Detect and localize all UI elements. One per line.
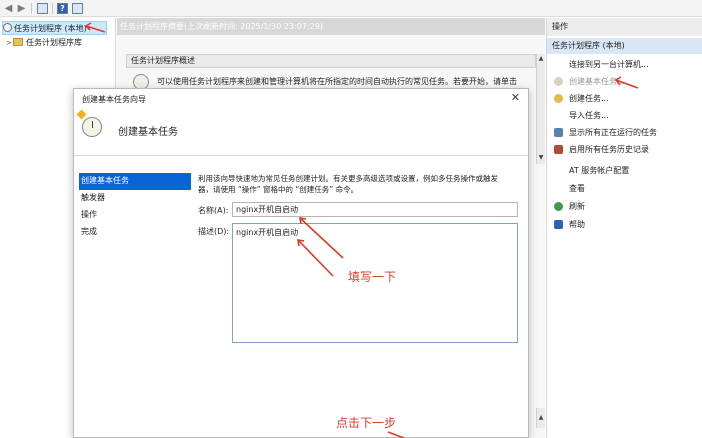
step-create-basic-task[interactable]: 创建基本任务 bbox=[79, 173, 191, 190]
annotation-click-next: 点击下一步 bbox=[336, 416, 397, 430]
wizard-description: 利用该向导快速地为常见任务创建计划。有关更多高级选项或设置，例如多任务操作或触发… bbox=[198, 173, 524, 195]
show-hide-action-pane-icon[interactable] bbox=[72, 3, 83, 14]
action-label: 帮助 bbox=[569, 220, 585, 229]
tree-item-task-scheduler-local[interactable]: 任务计划程序 (本地) bbox=[2, 21, 107, 35]
scroll-down-icon[interactable]: ▼ bbox=[537, 154, 545, 162]
toolbar-separator bbox=[31, 3, 32, 14]
step-finish[interactable]: 完成 bbox=[79, 224, 191, 241]
tree-item-task-scheduler-library[interactable]: > 任务计划程序库 bbox=[6, 36, 82, 50]
show-hide-console-tree-icon[interactable] bbox=[37, 3, 48, 14]
back-arrow-icon[interactable]: ◀ bbox=[2, 2, 15, 15]
scrollbar[interactable]: ▲ ▼ bbox=[536, 54, 545, 164]
divider bbox=[74, 155, 528, 156]
overview-section-header[interactable]: 任务计划程序概述 bbox=[126, 54, 536, 68]
overview-text: 可以使用任务计划程序来创建和管理计算机将在所指定的时间自动执行的常见任务。若要开… bbox=[157, 77, 517, 86]
action-label: 连接到另一台计算机... bbox=[569, 60, 649, 69]
history-icon bbox=[554, 145, 563, 154]
running-tasks-icon bbox=[554, 128, 563, 137]
description-line: 器，请使用 “操作” 窗格中的 “创建任务” 命令。 bbox=[198, 185, 359, 194]
action-enable-history[interactable]: 启用所有任务历史记录 bbox=[547, 141, 702, 158]
step-action[interactable]: 操作 bbox=[79, 207, 191, 224]
action-create-basic-task[interactable]: 创建基本任务... bbox=[547, 73, 702, 90]
forward-arrow-icon[interactable]: ▶ bbox=[15, 2, 28, 15]
action-label: 刷新 bbox=[569, 202, 585, 211]
scroll-up-icon[interactable]: ▲ bbox=[537, 414, 545, 422]
action-import-task[interactable]: 导入任务... bbox=[547, 107, 702, 124]
wizard-heading: 创建基本任务 bbox=[118, 127, 178, 138]
summary-header: 任务计划程序摘要(上次刷新时间: 2025/1/30 23:07:29) bbox=[117, 18, 545, 35]
actions-header: 操作 bbox=[547, 18, 702, 36]
action-create-task[interactable]: 创建任务... bbox=[547, 90, 702, 107]
action-label: 创建基本任务... bbox=[569, 77, 625, 86]
dialog-title: 创建基本任务向导 bbox=[82, 95, 146, 104]
create-basic-task-wizard: 创建基本任务向导 ✕ 创建基本任务 创建基本任务 触发器 操作 完成 利用该向导… bbox=[73, 88, 529, 438]
name-input[interactable] bbox=[232, 202, 518, 217]
folder-icon bbox=[13, 38, 23, 46]
action-view[interactable]: 查看 bbox=[547, 180, 702, 197]
wizard-steps: 创建基本任务 触发器 操作 完成 bbox=[79, 173, 191, 241]
action-display-running-tasks[interactable]: 显示所有正在运行的任务 bbox=[547, 124, 702, 141]
tree-item-label: 任务计划程序 (本地) bbox=[14, 24, 87, 33]
tree-item-label: 任务计划程序库 bbox=[26, 38, 82, 47]
action-label: 创建任务... bbox=[569, 94, 609, 103]
clock-icon bbox=[554, 77, 563, 86]
help-icon bbox=[554, 220, 563, 229]
clock-icon bbox=[3, 23, 12, 32]
actions-pane: 操作 任务计划程序 (本地) 连接到另一台计算机... 创建基本任务... 创建… bbox=[546, 18, 702, 438]
clock-icon bbox=[82, 117, 102, 137]
toolbar-separator bbox=[52, 3, 53, 14]
step-trigger[interactable]: 触发器 bbox=[79, 190, 191, 207]
action-help[interactable]: 帮助 bbox=[547, 216, 702, 233]
action-refresh[interactable]: 刷新 bbox=[547, 198, 702, 215]
action-at-service-account[interactable]: AT 服务帐户配置 bbox=[547, 162, 702, 179]
action-connect-another-computer[interactable]: 连接到另一台计算机... bbox=[547, 56, 702, 73]
star-icon bbox=[76, 109, 87, 120]
toolbar: ◀ ▶ ? bbox=[0, 0, 702, 17]
description-label: 描述(D): bbox=[198, 227, 230, 236]
help-icon[interactable]: ? bbox=[57, 3, 68, 14]
close-icon[interactable]: ✕ bbox=[511, 91, 520, 104]
action-label: 导入任务... bbox=[569, 111, 609, 120]
actions-group-task-scheduler[interactable]: 任务计划程序 (本地) bbox=[547, 38, 702, 54]
expand-arrow-icon[interactable]: > bbox=[6, 36, 13, 50]
action-label: 显示所有正在运行的任务 bbox=[569, 128, 657, 137]
task-icon bbox=[554, 94, 563, 103]
scroll-up-icon[interactable]: ▲ bbox=[537, 55, 545, 63]
description-line: 利用该向导快速地为常见任务创建计划。有关更多高级选项或设置，例如多任务操作或触发 bbox=[198, 174, 498, 183]
annotation-fill-in: 填写一下 bbox=[348, 270, 397, 284]
action-label: 启用所有任务历史记录 bbox=[569, 145, 649, 154]
scrollbar[interactable]: ▲ bbox=[536, 408, 545, 428]
action-label: 查看 bbox=[569, 184, 585, 193]
action-label: AT 服务帐户配置 bbox=[569, 166, 630, 175]
name-label: 名称(A): bbox=[198, 206, 229, 215]
refresh-icon bbox=[554, 202, 563, 211]
